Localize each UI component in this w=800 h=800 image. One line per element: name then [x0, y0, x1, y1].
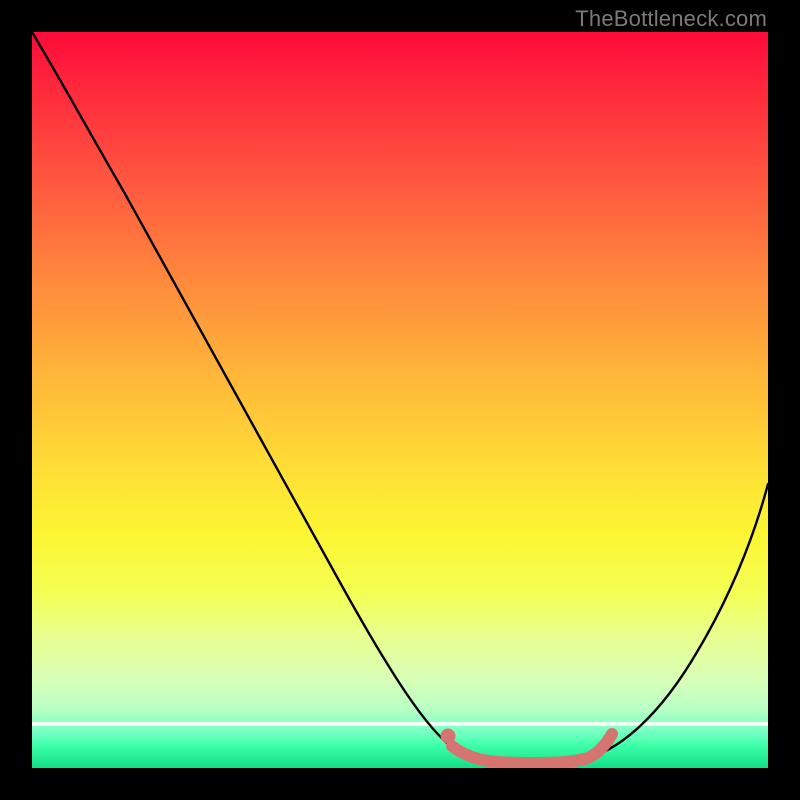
optimal-range-highlight [452, 734, 612, 763]
optimal-marker-dot [441, 729, 456, 744]
chart-container: TheBottleneck.com [0, 0, 800, 800]
main-curve [32, 32, 768, 763]
plot-area [32, 32, 768, 768]
attribution-text: TheBottleneck.com [575, 6, 767, 32]
bottleneck-curve [32, 32, 768, 768]
